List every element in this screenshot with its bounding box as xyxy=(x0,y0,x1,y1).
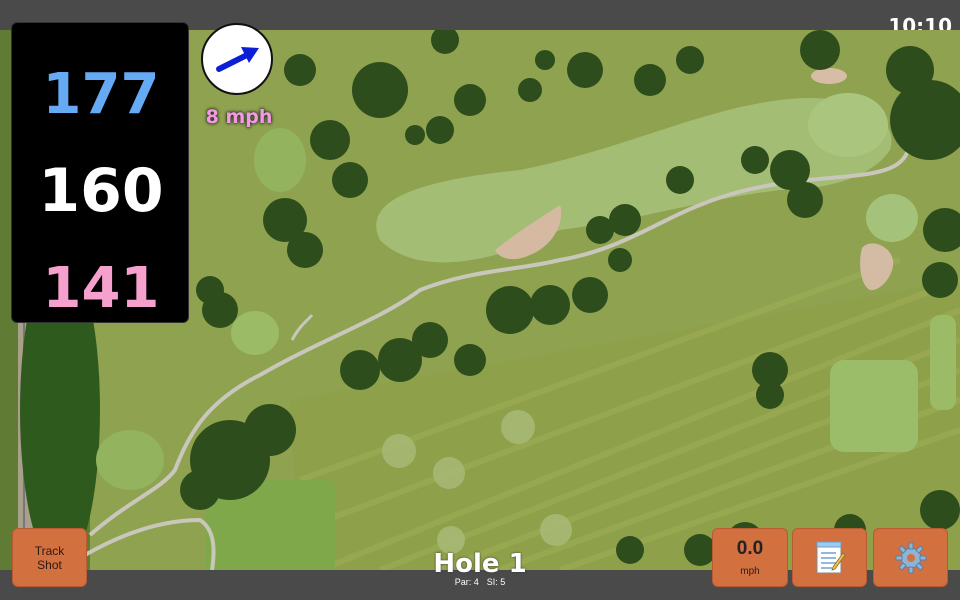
wind-direction-arrow-icon xyxy=(216,47,259,72)
wind-speed-label: 8 mph xyxy=(205,106,273,128)
center-yardage: 160 xyxy=(38,156,164,226)
hole-title: Hole 1 xyxy=(433,549,527,579)
gear-icon xyxy=(895,542,926,573)
back-yardage: 177 xyxy=(42,62,160,127)
hole-par: Par: 4 xyxy=(454,577,479,587)
settings-button[interactable] xyxy=(873,528,948,587)
wind-indicator xyxy=(201,23,273,95)
track-shot-label: Track Shot xyxy=(34,543,65,572)
hole-info: Par: 4 SI: 5 xyxy=(400,577,560,587)
track-shot-button[interactable]: Track Shot xyxy=(12,528,87,587)
speed-button[interactable]: 0.0 mph xyxy=(712,528,788,587)
notes-button[interactable] xyxy=(792,528,867,587)
hole-stroke-index: SI: 5 xyxy=(486,577,506,587)
speed-value: 0.0 xyxy=(736,538,764,559)
notepad-icon xyxy=(816,541,846,573)
speed-unit: mph xyxy=(740,566,760,577)
front-yardage: 141 xyxy=(42,256,160,321)
yardage-panel: 177 160 141 xyxy=(11,22,189,323)
